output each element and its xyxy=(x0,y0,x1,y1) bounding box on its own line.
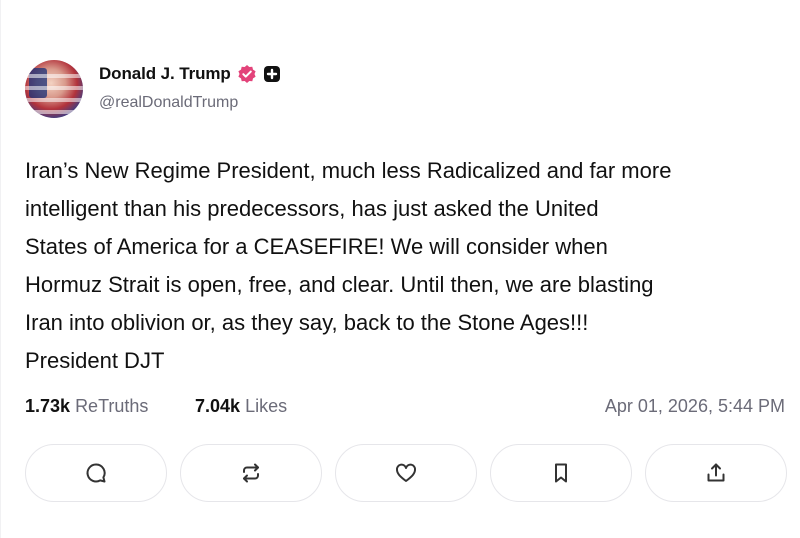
heart-icon xyxy=(396,463,416,482)
avatar[interactable] xyxy=(25,60,83,118)
avatar-stripe xyxy=(25,86,83,90)
avatar-stars-decoration xyxy=(29,68,47,98)
post-card: Donald J. Trump @realDonaldTrump Iran’s … xyxy=(0,0,800,538)
bookmark-icon xyxy=(555,463,567,483)
repost-icon xyxy=(243,463,259,483)
avatar-stripe xyxy=(25,98,83,102)
verified-badge-icon xyxy=(238,65,256,83)
share-icon xyxy=(707,463,725,482)
name-row: Donald J. Trump xyxy=(99,64,281,84)
display-name[interactable]: Donald J. Trump xyxy=(99,64,231,84)
retruth-button[interactable] xyxy=(180,444,322,502)
avatar-stripe xyxy=(25,110,83,114)
comment-icon xyxy=(86,463,106,483)
likes-count: 7.04k xyxy=(195,396,241,416)
post-stats: 1.73k ReTruths 7.04k Likes Apr 01, 2026,… xyxy=(25,396,785,422)
likes-stat[interactable]: 7.04k Likes xyxy=(195,396,287,417)
post-header: Donald J. Trump @realDonaldTrump xyxy=(25,60,425,118)
like-button[interactable] xyxy=(335,444,477,502)
avatar-stripe xyxy=(25,74,83,78)
retruths-label: ReTruths xyxy=(75,396,149,416)
bookmark-button[interactable] xyxy=(490,444,632,502)
plus-badge-icon xyxy=(263,66,280,82)
user-handle[interactable]: @realDonaldTrump xyxy=(99,94,238,112)
retruths-stat[interactable]: 1.73k ReTruths xyxy=(25,396,148,417)
share-button[interactable] xyxy=(645,444,787,502)
likes-label: Likes xyxy=(245,396,288,416)
post-timestamp[interactable]: Apr 01, 2026, 5:44 PM xyxy=(605,396,785,417)
action-bar xyxy=(25,444,787,502)
retruths-count: 1.73k xyxy=(25,396,71,416)
reply-button[interactable] xyxy=(25,444,167,502)
post-body-text: Iran’s New Regime President, much less R… xyxy=(25,158,672,373)
